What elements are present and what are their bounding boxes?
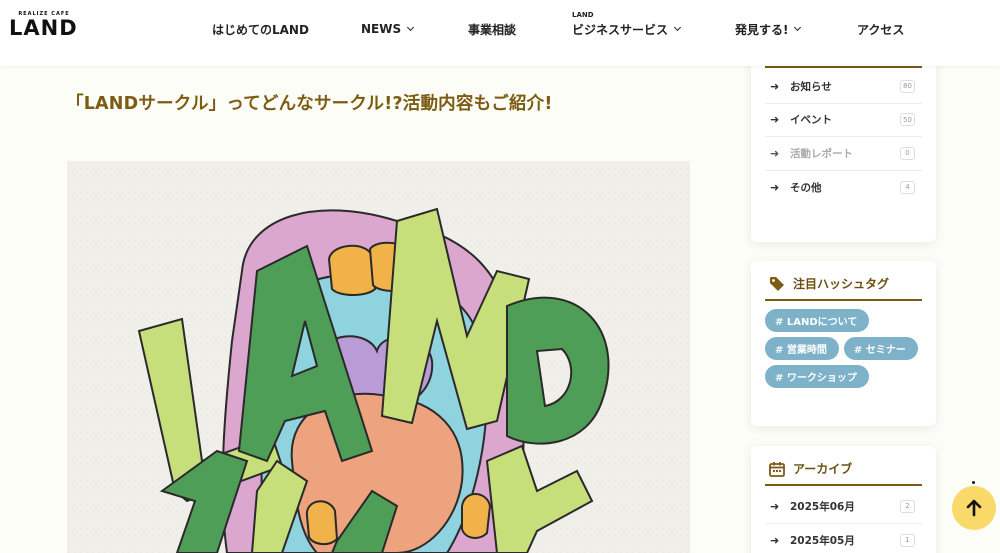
archive-label: 2025年06月 bbox=[790, 500, 855, 513]
hashtag-card-header: 注目ハッシュタグ bbox=[765, 261, 922, 301]
nav-item-business-service[interactable]: ビジネスサービス bbox=[572, 20, 682, 38]
arrow-up-icon bbox=[966, 499, 982, 517]
chevron-down-icon bbox=[794, 23, 802, 32]
nav-label: はじめてのLAND bbox=[212, 22, 309, 37]
hashtag-chip[interactable]: # 営業時間 bbox=[765, 337, 839, 360]
nav-label: アクセス bbox=[857, 22, 905, 37]
category-label: 活動レポート bbox=[790, 147, 853, 160]
arrow-right-icon: ➜ bbox=[770, 79, 780, 93]
calendar-icon bbox=[769, 461, 785, 477]
hero-illustration bbox=[67, 161, 690, 553]
article-title: 「LANDサークル」ってどんなサークル!?活動内容もご紹介! bbox=[66, 94, 553, 114]
arrow-right-icon: ➜ bbox=[770, 533, 780, 547]
category-label: お知らせ bbox=[790, 80, 832, 93]
category-item-report[interactable]: ➜ 活動レポート 0 bbox=[765, 137, 922, 171]
arrow-right-icon: ➜ bbox=[770, 499, 780, 513]
nav-label: ビジネスサービス bbox=[572, 22, 669, 37]
category-item-other[interactable]: ➜ その他 4 bbox=[765, 171, 922, 205]
category-item-news[interactable]: ➜ お知らせ 80 bbox=[765, 70, 922, 104]
article-hero-image bbox=[67, 161, 690, 553]
archive-item[interactable]: ➜ 2025年05月 1 bbox=[765, 524, 922, 553]
hashtag-chip[interactable]: # LANDについて bbox=[765, 309, 870, 332]
category-label: その他 bbox=[790, 181, 822, 194]
nav-item-discover[interactable]: 発見する! bbox=[735, 20, 802, 38]
archive-card-header: アーカイブ bbox=[765, 446, 922, 486]
archive-card-title: アーカイブ bbox=[793, 462, 853, 476]
nav-item-consultation[interactable]: 事業相談 bbox=[468, 20, 516, 38]
nav-label: 事業相談 bbox=[468, 22, 517, 37]
archive-list: ➜ 2025年06月 2 ➜ 2025年05月 1 bbox=[765, 490, 922, 553]
nav-label: NEWS bbox=[361, 22, 402, 36]
archive-item[interactable]: ➜ 2025年06月 2 bbox=[765, 490, 922, 524]
logo-wordmark: LAND bbox=[9, 16, 78, 40]
hashtag-chip[interactable]: # ワークショップ bbox=[765, 365, 869, 388]
nav-overline: LAND bbox=[572, 11, 594, 19]
hashtag-card-title: 注目ハッシュタグ bbox=[793, 277, 890, 291]
category-count: 50 bbox=[900, 113, 915, 127]
category-count: 0 bbox=[900, 146, 915, 160]
category-item-event[interactable]: ➜ イベント 50 bbox=[765, 104, 922, 137]
arrow-right-icon: ➜ bbox=[770, 113, 780, 127]
indicator-dot bbox=[972, 481, 975, 484]
archive-count: 2 bbox=[900, 499, 915, 513]
nav-item-news[interactable]: NEWS bbox=[361, 20, 415, 38]
nav-item-first-time[interactable]: はじめてのLAND bbox=[212, 20, 309, 38]
category-count: 4 bbox=[900, 180, 915, 194]
nav-item-access[interactable]: アクセス bbox=[857, 20, 904, 38]
arrow-right-icon: ➜ bbox=[770, 180, 780, 194]
category-label: イベント bbox=[790, 114, 832, 127]
hashtag-card: 注目ハッシュタグ # LANDについて # 営業時間 # セミナー # ワークシ… bbox=[751, 261, 936, 426]
category-count: 80 bbox=[900, 79, 915, 93]
category-list: ➜ お知らせ 80 ➜ イベント 50 ➜ 活動レポート 0 ➜ その他 4 bbox=[765, 70, 922, 204]
site-logo[interactable]: REALIZE CAFE LAND bbox=[9, 11, 78, 40]
site-header: REALIZE CAFE LAND はじめてのLAND NEWS 事業相談 LA… bbox=[0, 0, 1000, 66]
archive-card: アーカイブ ➜ 2025年06月 2 ➜ 2025年05月 1 bbox=[751, 446, 936, 553]
tag-icon bbox=[770, 276, 784, 291]
back-to-top-button[interactable] bbox=[952, 481, 996, 530]
archive-label: 2025年05月 bbox=[790, 534, 855, 547]
nav-label: 発見する! bbox=[735, 22, 789, 37]
arrow-right-icon: ➜ bbox=[770, 146, 780, 160]
chevron-down-icon bbox=[407, 23, 415, 32]
hashtag-chip[interactable]: # セミナー bbox=[843, 337, 918, 360]
archive-count: 1 bbox=[900, 533, 915, 547]
hashtag-list: # LANDについて # 営業時間 # セミナー # ワークショップ bbox=[765, 309, 922, 388]
chevron-down-icon bbox=[673, 23, 682, 32]
